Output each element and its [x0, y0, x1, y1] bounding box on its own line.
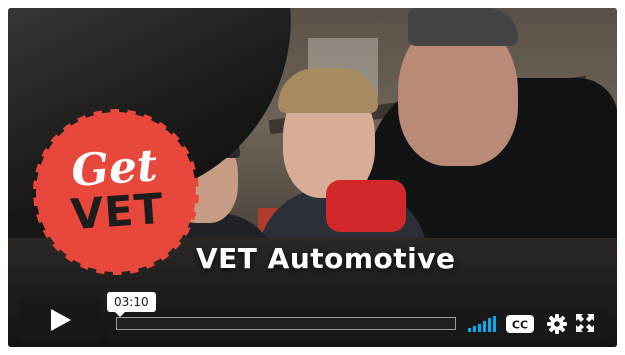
progress-bar[interactable] [116, 317, 456, 330]
mechanic-hair [408, 8, 518, 46]
video-title: VET Automotive [196, 242, 456, 275]
controls-bar: CC [106, 306, 608, 341]
cc-label: CC [512, 319, 528, 332]
volume-icon[interactable] [468, 316, 498, 332]
play-button[interactable] [20, 297, 100, 342]
get-vet-badge: Get VET [34, 110, 198, 274]
student-hair [278, 68, 378, 113]
closed-captions-icon[interactable]: CC [506, 315, 534, 333]
ear-defenders [326, 180, 406, 232]
gear-icon[interactable] [547, 314, 567, 334]
play-icon [51, 309, 71, 331]
badge-line-vet: VET [69, 183, 166, 240]
fullscreen-icon[interactable] [576, 314, 594, 332]
video-player[interactable]: Get VET VET Automotive CC 03:10 [8, 8, 617, 347]
time-tooltip: 03:10 [107, 292, 156, 317]
